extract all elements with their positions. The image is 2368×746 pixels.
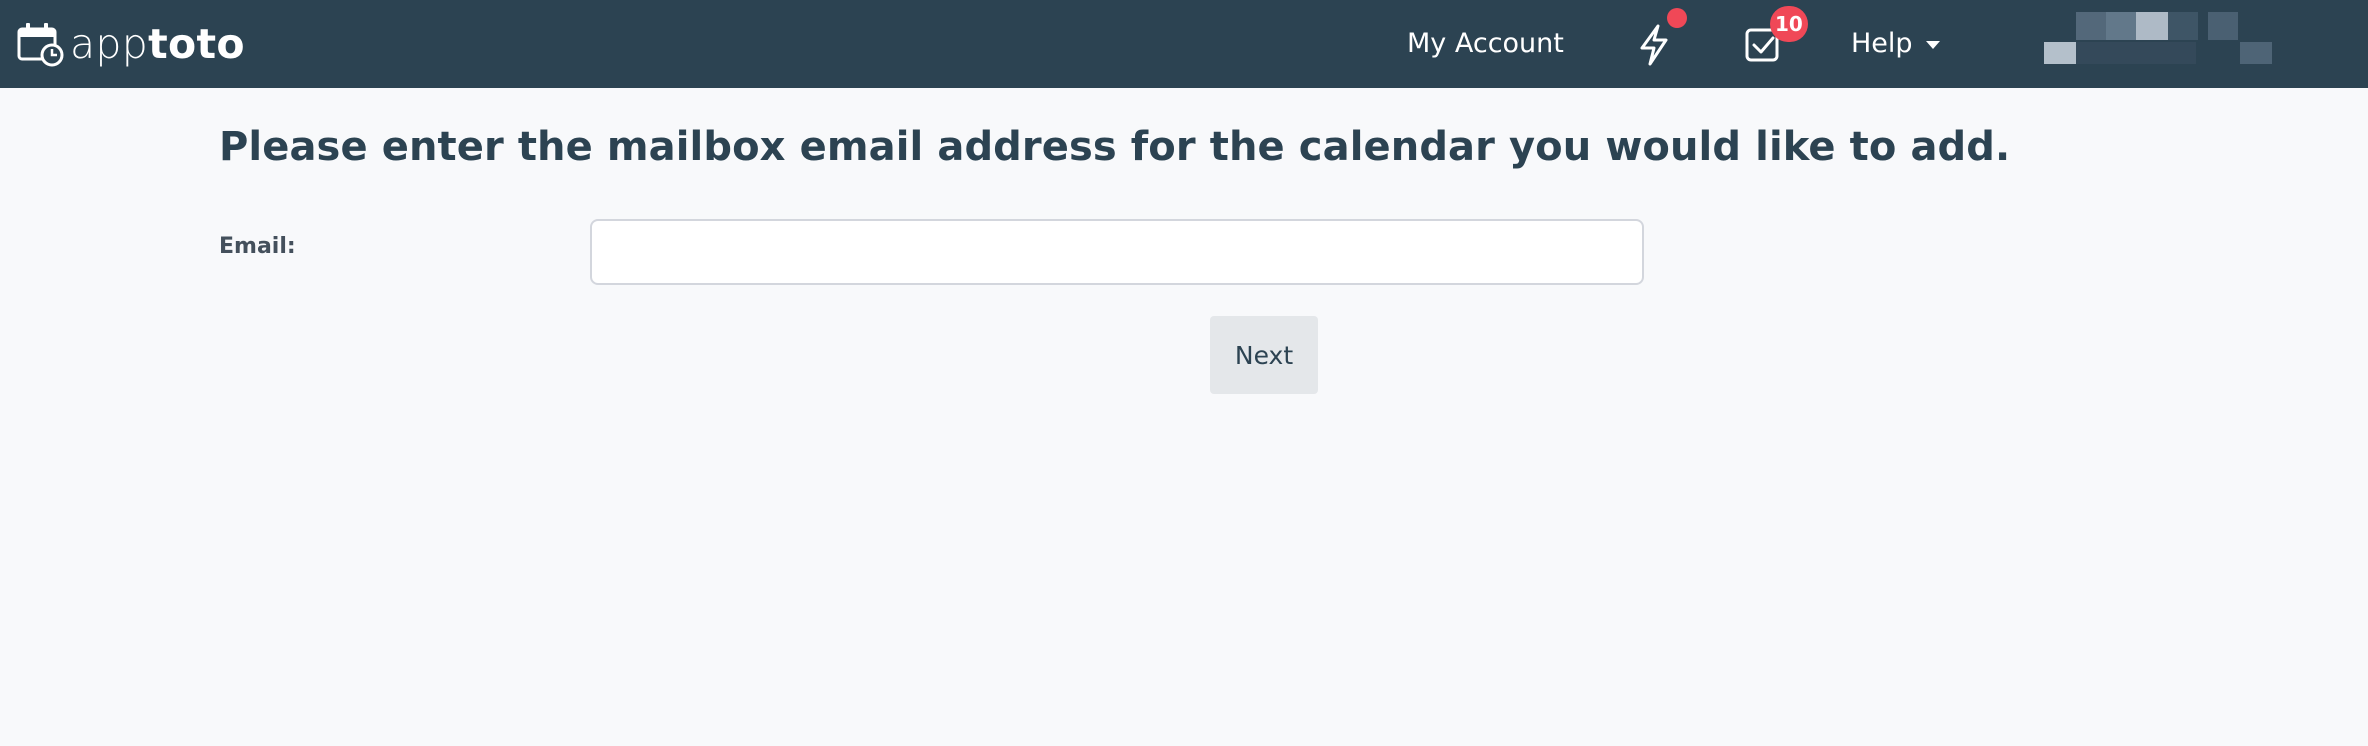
tasks-count-badge: 10: [1770, 6, 1808, 42]
blur-pixel: [2240, 42, 2272, 64]
page-heading: Please enter the mailbox email address f…: [219, 124, 2011, 170]
brand-name-bold: toto: [148, 19, 245, 68]
apptoto-logo[interactable]: apptoto: [16, 16, 245, 72]
help-label: Help: [1851, 28, 1913, 59]
blur-pixel: [2044, 42, 2076, 64]
notification-dot: [1667, 8, 1687, 28]
calendar-clock-icon: [17, 23, 64, 67]
user-menu-blurred[interactable]: [2044, 12, 2274, 66]
blur-pixel: [2136, 12, 2168, 40]
blur-pixel: [2076, 42, 2196, 64]
blur-pixel: [2076, 12, 2106, 40]
help-dropdown[interactable]: Help: [1851, 22, 1941, 66]
blur-pixel: [2106, 12, 2136, 40]
top-navbar: apptoto My Account 10 Help: [0, 0, 2368, 88]
blur-pixel: [2168, 12, 2198, 40]
email-input[interactable]: [590, 219, 1644, 285]
blur-pixel: [2208, 12, 2238, 40]
my-account-link[interactable]: My Account: [1407, 22, 1564, 66]
next-button[interactable]: Next: [1210, 316, 1318, 394]
brand-name-light: app: [70, 19, 149, 68]
email-label: Email:: [219, 234, 296, 259]
brand-name: apptoto: [70, 23, 245, 65]
caret-down-icon: [1925, 40, 1940, 49]
